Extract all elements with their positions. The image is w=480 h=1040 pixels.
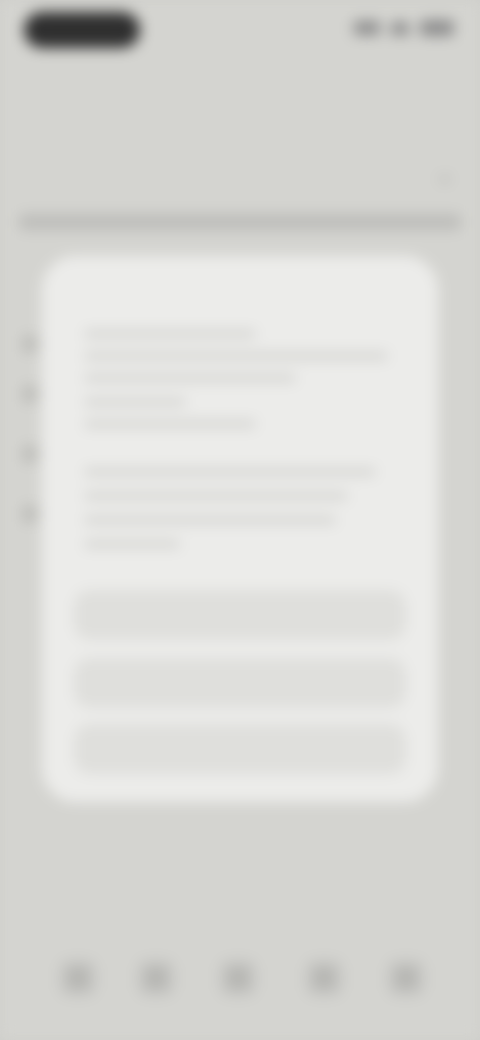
modal-text-line: [84, 540, 180, 548]
background-row-marker: [22, 506, 38, 522]
status-bar: [0, 0, 480, 60]
battery-icon: [420, 20, 454, 36]
nav-item-grid[interactable]: [220, 960, 256, 996]
modal-text-line: [84, 398, 186, 406]
modal-text-line: [84, 468, 376, 476]
nav-item-profile[interactable]: [388, 960, 424, 996]
section-divider: [18, 214, 462, 230]
modal-text-line: [84, 492, 348, 500]
dialog-modal: [42, 256, 438, 802]
modal-text-line: [84, 516, 336, 524]
modal-text-line: [84, 352, 388, 360]
grid-icon: [229, 969, 247, 987]
status-time: [24, 12, 140, 48]
section-row[interactable]: ⌄: [22, 160, 458, 194]
nav-item-home[interactable]: [60, 960, 96, 996]
home-icon: [69, 969, 87, 987]
profile-icon: [397, 969, 415, 987]
background-row-marker: [22, 446, 38, 462]
wifi-icon: [390, 21, 410, 35]
modal-primary-button[interactable]: [74, 590, 406, 640]
bell-icon: [315, 969, 333, 987]
bottom-navigation: [0, 930, 480, 1040]
modal-tertiary-button[interactable]: [74, 724, 406, 774]
modal-secondary-button[interactable]: [74, 658, 406, 708]
modal-text-line: [84, 420, 256, 428]
app-screen: ⌄: [0, 0, 480, 1040]
nav-item-search[interactable]: [138, 960, 174, 996]
background-row-marker: [22, 336, 38, 352]
modal-text-line: [84, 374, 296, 382]
background-row-marker: [22, 386, 38, 402]
search-icon: [147, 969, 165, 987]
modal-text-line: [84, 330, 256, 338]
page-title: [0, 70, 480, 106]
chevron-down-icon: ⌄: [435, 162, 454, 187]
signal-icon: [354, 21, 380, 35]
nav-item-alerts[interactable]: [306, 960, 342, 996]
status-icons: [354, 20, 454, 36]
